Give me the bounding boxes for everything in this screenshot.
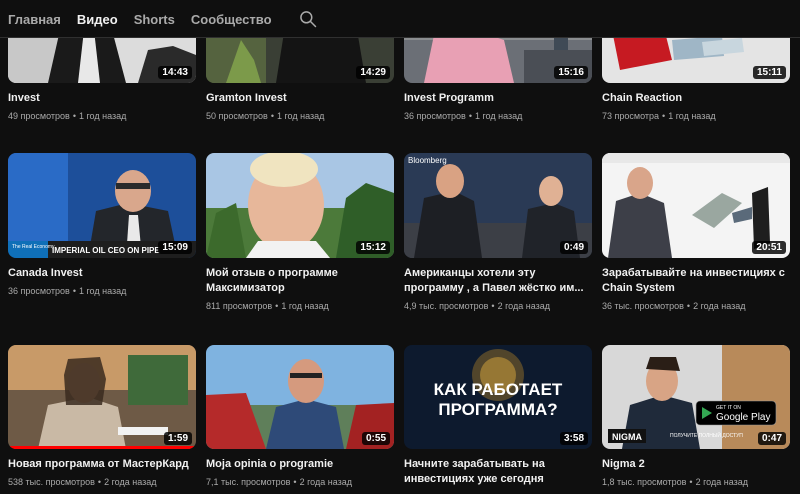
video-meta: 50 просмотров • 1 год назад — [206, 111, 325, 121]
video-duration: 0:49 — [559, 241, 588, 254]
video-duration: 15:16 — [554, 66, 588, 79]
video-meta: 1,8 тыс. просмотров • 2 года назад — [602, 477, 748, 487]
video-title[interactable]: Американцы хотели эту программу , а Паве… — [404, 266, 592, 296]
store-badge-name: Google Play — [716, 412, 770, 423]
video-thumbnail[interactable]: The Real Economy IMPERIAL OIL CEO ON PIP… — [8, 153, 196, 258]
video-grid: 14:43 Invest 49 просмотров • 1 год назад 1… — [0, 0, 800, 494]
video-thumbnail[interactable]: КАК РАБОТАЕТ ПРОГРАММА? 3:58 — [404, 345, 592, 449]
video-meta: 73 просмотра • 1 год назад — [602, 111, 716, 121]
video-meta: 49 просмотров • 1 год назад — [8, 111, 127, 121]
view-count: 36 тыс. просмотров — [602, 301, 684, 311]
upload-age: 1 год назад — [474, 111, 523, 121]
upload-age: 1 год назад — [78, 286, 127, 296]
tab-shorts[interactable]: Shorts — [134, 12, 175, 27]
tab-community[interactable]: Сообщество — [191, 12, 272, 27]
view-count: 36 просмотров — [8, 286, 70, 296]
view-count: 49 просмотров — [8, 111, 70, 121]
view-count: 811 просмотров — [206, 301, 273, 311]
video-title[interactable]: Новая программа от МастерКард — [8, 457, 196, 472]
video-duration: 15:12 — [356, 241, 390, 254]
video-meta: 36 просмотров • 1 год назад — [8, 286, 127, 296]
store-badge-top: GET IT ON — [716, 405, 741, 411]
video-title[interactable]: Canada Invest — [8, 266, 196, 281]
video-duration: 15:11 — [752, 66, 786, 79]
video-thumbnail[interactable]: 20:51 — [602, 153, 790, 258]
upload-age: 2 года назад — [299, 477, 352, 487]
video-title[interactable]: Мой отзыв о программе Максимизатор — [206, 266, 394, 296]
video-title[interactable]: Gramton Invest — [206, 91, 394, 106]
video-meta: 7,1 тыс. просмотров • 2 года назад — [206, 477, 352, 487]
brand-logo: NIGMA — [612, 432, 642, 442]
video-card[interactable]: 20:51 Зарабатывайте на инвестициях с Cha… — [602, 153, 790, 311]
upload-age: 2 года назад — [104, 477, 157, 487]
video-duration: 3:58 — [559, 432, 588, 445]
thumbnail-cta: ПОЛУЧИТЕ ПОЛНЫЙ ДОСТУП — [670, 431, 743, 439]
brand-watermark: Bloomberg — [408, 156, 447, 165]
upload-age: 2 года назад — [693, 301, 746, 311]
video-thumbnail[interactable]: Bloomberg 0:49 — [404, 153, 592, 258]
video-meta: 538 тыс. просмотров • 2 года назад — [8, 477, 157, 487]
video-title[interactable]: Invest — [8, 91, 196, 106]
search-icon[interactable] — [298, 9, 318, 29]
channel-tabs: Главная Видео Shorts Сообщество — [0, 0, 800, 38]
video-card[interactable]: КАК РАБОТАЕТ ПРОГРАММА? 3:58 Начните зар… — [404, 345, 592, 487]
video-meta: 36 просмотров • 1 год назад — [404, 111, 523, 121]
video-duration: 0:55 — [361, 432, 390, 445]
video-thumbnail[interactable]: 15:12 — [206, 153, 394, 258]
video-title[interactable]: Начните зарабатывать на инвестициях уже … — [404, 457, 592, 487]
view-count: 73 просмотра — [602, 111, 660, 121]
watch-progress-bar — [8, 446, 196, 449]
video-title[interactable]: Chain Reaction — [602, 91, 790, 106]
video-card[interactable]: 1:59 Новая программа от МастерКард 538 т… — [8, 345, 196, 487]
video-title[interactable]: Invest Programm — [404, 91, 592, 106]
news-banner: IMPERIAL OIL CEO ON PIPE — [52, 246, 160, 255]
video-duration: 14:43 — [158, 66, 192, 79]
thumbnail-headline-2: ПРОГРАММА? — [438, 400, 557, 419]
video-card[interactable]: NIGMA GET IT ON Google Play ПОЛУЧИТЕ ПОЛ… — [602, 345, 790, 487]
video-thumbnail[interactable]: 1:59 — [8, 345, 196, 449]
video-card[interactable]: 0:55 Moja opinia o programie 7,1 тыс. пр… — [206, 345, 394, 487]
upload-age: 1 год назад — [78, 111, 127, 121]
video-duration: 14:29 — [356, 66, 390, 79]
upload-age: 2 года назад — [497, 301, 550, 311]
video-card[interactable]: Bloomberg 0:49 Американцы хотели эту про… — [404, 153, 592, 311]
view-count: 7,1 тыс. просмотров — [206, 477, 291, 487]
view-count: 50 просмотров — [206, 111, 268, 121]
video-title[interactable]: Зарабатывайте на инвестициях с Chain Sys… — [602, 266, 790, 296]
video-thumbnail[interactable]: NIGMA GET IT ON Google Play ПОЛУЧИТЕ ПОЛ… — [602, 345, 790, 449]
video-meta: 811 просмотров • 1 год назад — [206, 301, 329, 311]
thumbnail-headline-1: КАК РАБОТАЕТ — [434, 380, 563, 399]
view-count: 4,9 тыс. просмотров — [404, 301, 489, 311]
video-meta: 36 тыс. просмотров • 2 года назад — [602, 301, 746, 311]
tab-videos[interactable]: Видео — [77, 12, 118, 27]
video-card[interactable]: The Real Economy IMPERIAL OIL CEO ON PIP… — [8, 153, 196, 296]
upload-age: 1 год назад — [281, 301, 329, 311]
video-card[interactable]: 15:12 Мой отзыв о программе Максимизатор… — [206, 153, 394, 311]
video-duration: 15:09 — [158, 241, 192, 254]
video-duration: 20:51 — [752, 241, 786, 254]
video-meta: 4,9 тыс. просмотров • 2 года назад — [404, 301, 550, 311]
video-title[interactable]: Moja opinia o programie — [206, 457, 394, 472]
tabs-divider — [0, 37, 800, 38]
video-title[interactable]: Nigma 2 — [602, 457, 790, 472]
channel-badge: The Real Economy — [12, 244, 55, 250]
tab-home[interactable]: Главная — [8, 12, 61, 27]
view-count: 538 тыс. просмотров — [8, 477, 95, 487]
video-duration: 1:59 — [163, 432, 192, 445]
upload-age: 1 год назад — [668, 111, 716, 121]
video-duration: 0:47 — [757, 432, 786, 445]
view-count: 36 просмотров — [404, 111, 466, 121]
upload-age: 1 год назад — [276, 111, 325, 121]
upload-age: 2 года назад — [695, 477, 748, 487]
video-thumbnail[interactable]: 0:55 — [206, 345, 394, 449]
view-count: 1,8 тыс. просмотров — [602, 477, 687, 487]
